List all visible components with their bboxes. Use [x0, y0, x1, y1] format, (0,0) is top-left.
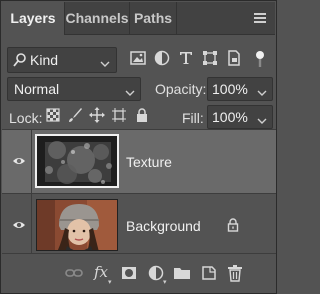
visibility-eye-icon[interactable] [12, 218, 26, 233]
link-layers-icon[interactable] [65, 264, 83, 282]
layer-thumbnail-background[interactable] [36, 199, 118, 251]
chevron-down-icon [100, 56, 110, 71]
new-layer-icon[interactable] [200, 264, 218, 282]
blend-mode-value: Normal [14, 81, 60, 97]
bottom-toolbar: fx ▾ ▾ [2, 253, 276, 293]
adjustment-filter-icon[interactable] [153, 49, 173, 69]
shape-filter-icon[interactable] [201, 49, 221, 69]
column-divider [31, 194, 32, 257]
layer-name-texture[interactable]: Texture [126, 154, 172, 170]
opacity-label: Opacity: [155, 81, 207, 97]
column-divider [31, 130, 32, 193]
layer-lock-icon [227, 218, 239, 235]
lock-transparent-pixels-icon[interactable] [45, 107, 63, 125]
tab-divider [176, 2, 177, 35]
filter-kind-select[interactable]: Kind [7, 47, 117, 73]
pixel-filter-icon[interactable] [129, 49, 149, 69]
fx-dropdown-icon: ▾ [108, 279, 112, 286]
lock-position-icon[interactable] [89, 107, 107, 125]
filter-row: Kind [1, 47, 278, 75]
lock-label: Lock: [9, 110, 43, 126]
type-filter-icon[interactable] [177, 49, 197, 69]
layer-thumbnail-texture[interactable] [35, 134, 119, 188]
lock-all-icon[interactable] [134, 107, 152, 125]
layer-name-background[interactable]: Background [126, 218, 201, 234]
lock-image-pixels-icon[interactable] [67, 107, 85, 125]
chevron-down-icon [125, 85, 135, 100]
filter-toggle-icon[interactable] [251, 49, 271, 69]
tab-paths[interactable]: Paths [130, 2, 176, 35]
hamburger-menu-icon[interactable] [253, 11, 267, 25]
visibility-eye-icon[interactable] [12, 154, 26, 169]
tab-layers[interactable]: Layers [2, 2, 64, 36]
new-group-icon[interactable] [173, 264, 191, 282]
adjustment-dropdown-icon: ▾ [163, 279, 167, 286]
delete-layer-icon[interactable] [226, 264, 244, 282]
tab-bar: Layers Channels Paths [2, 2, 275, 36]
fill-label: Fill: [182, 110, 204, 126]
layer-row-background[interactable]: Background [2, 194, 276, 257]
blend-mode-select[interactable]: Normal [7, 77, 141, 101]
fill-input[interactable]: 100% [207, 105, 273, 129]
chevron-down-icon[interactable] [257, 113, 267, 128]
opacity-value: 100% [212, 81, 248, 97]
opacity-input[interactable]: 100% [207, 77, 273, 101]
chevron-down-icon[interactable] [257, 85, 267, 100]
lock-artboard-icon[interactable] [111, 107, 129, 125]
add-mask-icon[interactable] [120, 264, 138, 282]
smart-object-filter-icon[interactable] [225, 49, 245, 69]
search-icon [13, 53, 26, 70]
layers-panel: Layers Channels Paths Kind Normal Opacit… [0, 0, 277, 294]
layer-row-texture[interactable]: Texture [2, 130, 276, 193]
tab-channels[interactable]: Channels [65, 2, 129, 35]
fx-icon[interactable]: fx [94, 263, 108, 281]
fill-value: 100% [212, 109, 248, 125]
layers-list: Texture Background [2, 129, 276, 258]
filter-kind-label: Kind [30, 52, 59, 68]
